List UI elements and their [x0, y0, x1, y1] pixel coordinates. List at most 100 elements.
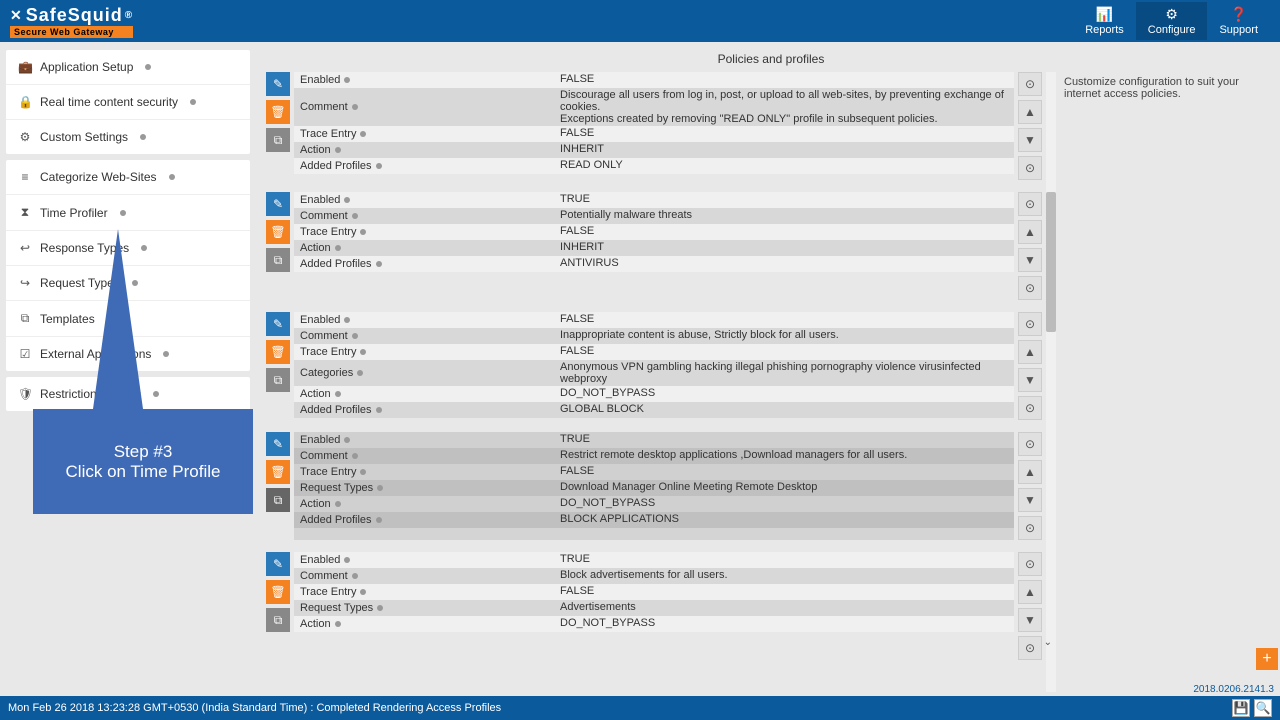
rule-field-label: Comment [294, 88, 554, 126]
rule-field-label: Action [294, 386, 554, 402]
rule-table: Enabled FALSEComment Discourage all user… [294, 72, 1014, 180]
rule-field-value: FALSE [554, 584, 1014, 600]
edit-button[interactable]: ✎ [266, 552, 290, 576]
rule-field-value: DO_NOT_BYPASS [554, 496, 1014, 512]
rule-field-label: Action [294, 240, 554, 256]
rule-row: Comment Restrict remote desktop applicat… [294, 448, 1014, 464]
copy-button[interactable]: ⧉ [266, 608, 290, 632]
scrollbar-thumb[interactable] [1046, 192, 1056, 332]
edit-button[interactable]: ✎ [266, 192, 290, 216]
rule-field-value: FALSE [554, 224, 1014, 240]
move-up-button[interactable]: ▲ [1018, 340, 1042, 364]
chevron-down-icon[interactable]: ⌄ [1044, 637, 1052, 648]
add-rule-button[interactable]: + [1256, 648, 1278, 670]
move-top-button[interactable]: ⊙ [1018, 552, 1042, 576]
move-up-button[interactable]: ▲ [1018, 220, 1042, 244]
move-bottom-button[interactable]: ⊙ [1018, 516, 1042, 540]
move-top-button[interactable]: ⊙ [1018, 312, 1042, 336]
app-header: SafeSquid Secure Web Gateway 📊Reports⚙Co… [0, 0, 1280, 42]
rule-left-actions: ✎ 🗑 ⧉ [266, 432, 290, 540]
footer-right: 💾 🔍 [1232, 699, 1272, 717]
copy-button[interactable]: ⧉ [266, 248, 290, 272]
brand-name: SafeSquid [10, 5, 133, 26]
move-down-button[interactable]: ▼ [1018, 608, 1042, 632]
rule-field-value: TRUE [554, 192, 1014, 208]
header-btn-reports[interactable]: 📊Reports [1073, 2, 1136, 40]
header-btn-configure[interactable]: ⚙Configure [1136, 2, 1208, 40]
sidebar-group: 💼Application Setup🔒Real time content sec… [6, 50, 250, 154]
rule-field-value: Block advertisements for all users. [554, 568, 1014, 584]
copy-button[interactable]: ⧉ [266, 368, 290, 392]
move-bottom-button[interactable]: ⊙ [1018, 276, 1042, 300]
logo-area: SafeSquid Secure Web Gateway [10, 5, 133, 38]
rule-field-value: FALSE [554, 126, 1014, 142]
header-btn-support[interactable]: ❓Support [1207, 2, 1270, 40]
delete-button[interactable]: 🗑 [266, 460, 290, 484]
page-title: Policies and profiles [266, 46, 1276, 72]
move-down-button[interactable]: ▼ [1018, 488, 1042, 512]
rule-right-actions: ⊙ ▲ ▼ ⊙ [1018, 552, 1042, 660]
rule-row: Enabled FALSE [294, 312, 1014, 328]
rule-row: Action DO_NOT_BYPASS [294, 616, 1014, 632]
delete-button[interactable]: 🗑 [266, 340, 290, 364]
delete-button[interactable]: 🗑 [266, 580, 290, 604]
edit-button[interactable]: ✎ [266, 432, 290, 456]
rule-block: ✎🗑⧉Enabled TRUEComment Block advertiseme… [266, 552, 1042, 660]
move-top-button[interactable]: ⊙ [1018, 72, 1042, 96]
info-icon [352, 453, 358, 459]
rule-left-actions: ✎ 🗑 ⧉ [266, 192, 290, 300]
edit-button[interactable]: ✎ [266, 72, 290, 96]
rule-field-label: Enabled [294, 552, 554, 568]
help-panel: Customize configuration to suit your int… [1056, 72, 1276, 692]
move-down-button[interactable]: ▼ [1018, 128, 1042, 152]
rule-field-value: FALSE [554, 72, 1014, 88]
save-button[interactable]: 💾 [1232, 699, 1250, 717]
sidebar-item-time-profiler[interactable]: ⧗Time Profiler [6, 195, 250, 231]
move-down-button[interactable]: ▼ [1018, 248, 1042, 272]
rule-block: ✎ 🗑 ⧉Enabled TRUEComment Potentially malwa… [266, 192, 1042, 300]
callout-line1: Step #3 [114, 442, 173, 462]
move-down-button[interactable]: ▼ [1018, 368, 1042, 392]
delete-button[interactable]: 🗑 [266, 220, 290, 244]
sidebar-item-label: Real time content security [40, 95, 178, 109]
search-button[interactable]: 🔍 [1254, 699, 1272, 717]
rule-field-label: Added Profiles [294, 402, 554, 418]
rule-row: Comment Potentially malware threats [294, 208, 1014, 224]
scrollbar[interactable] [1046, 72, 1056, 692]
move-top-button[interactable]: ⊙ [1018, 432, 1042, 456]
sidebar-item-categorize-web-sites[interactable]: ≡Categorize Web-Sites [6, 160, 250, 195]
edit-button[interactable]: ✎ [266, 312, 290, 336]
rule-field-value: BLOCK APPLICATIONS [554, 512, 1014, 528]
info-icon [352, 333, 358, 339]
rule-table: Enabled TRUEComment Potentially malware … [294, 192, 1014, 300]
rule-row: Categories Anonymous VPN gambling hackin… [294, 360, 1014, 386]
sidebar-item-application-setup[interactable]: 💼Application Setup [6, 50, 250, 85]
move-up-button[interactable]: ▲ [1018, 100, 1042, 124]
move-bottom-button[interactable]: ⊙ [1018, 396, 1042, 420]
rule-field-label: Comment [294, 568, 554, 584]
move-top-button[interactable]: ⊙ [1018, 192, 1042, 216]
copy-button[interactable]: ⧉ [266, 128, 290, 152]
support-icon: ❓ [1219, 6, 1258, 23]
sidebar-item-real-time-content-security[interactable]: 🔒Real time content security [6, 85, 250, 120]
rule-field-value: GLOBAL BLOCK [554, 402, 1014, 418]
move-up-button[interactable]: ▲ [1018, 460, 1042, 484]
callout-arrow-icon [93, 229, 143, 409]
info-icon [145, 64, 151, 70]
move-up-button[interactable]: ▲ [1018, 580, 1042, 604]
rule-right-actions: ⊙ ▲ ▼ ⊙ [1018, 312, 1042, 420]
rule-row: Added Profiles READ ONLY [294, 158, 1014, 174]
info-icon [376, 517, 382, 523]
sidebar-item-label: Custom Settings [40, 130, 128, 144]
sidebar-icon: ≡ [18, 170, 32, 184]
rule-right-actions: ⊙ ▲ ▼ ⊙ [1018, 192, 1042, 300]
move-bottom-button[interactable]: ⊙ [1018, 156, 1042, 180]
sidebar-item-custom-settings[interactable]: ⚙Custom Settings [6, 120, 250, 154]
rule-left-actions: ✎ 🗑 ⧉ [266, 552, 290, 660]
info-icon [163, 351, 169, 357]
delete-button[interactable]: 🗑 [266, 100, 290, 124]
copy-button[interactable]: ⧉ [266, 488, 290, 512]
rule-row: Trace Entry FALSE [294, 224, 1014, 240]
rule-block: ✎🗑⧉Enabled TRUEComment Restrict remote d… [266, 432, 1042, 540]
move-bottom-button[interactable]: ⊙ [1018, 636, 1042, 660]
